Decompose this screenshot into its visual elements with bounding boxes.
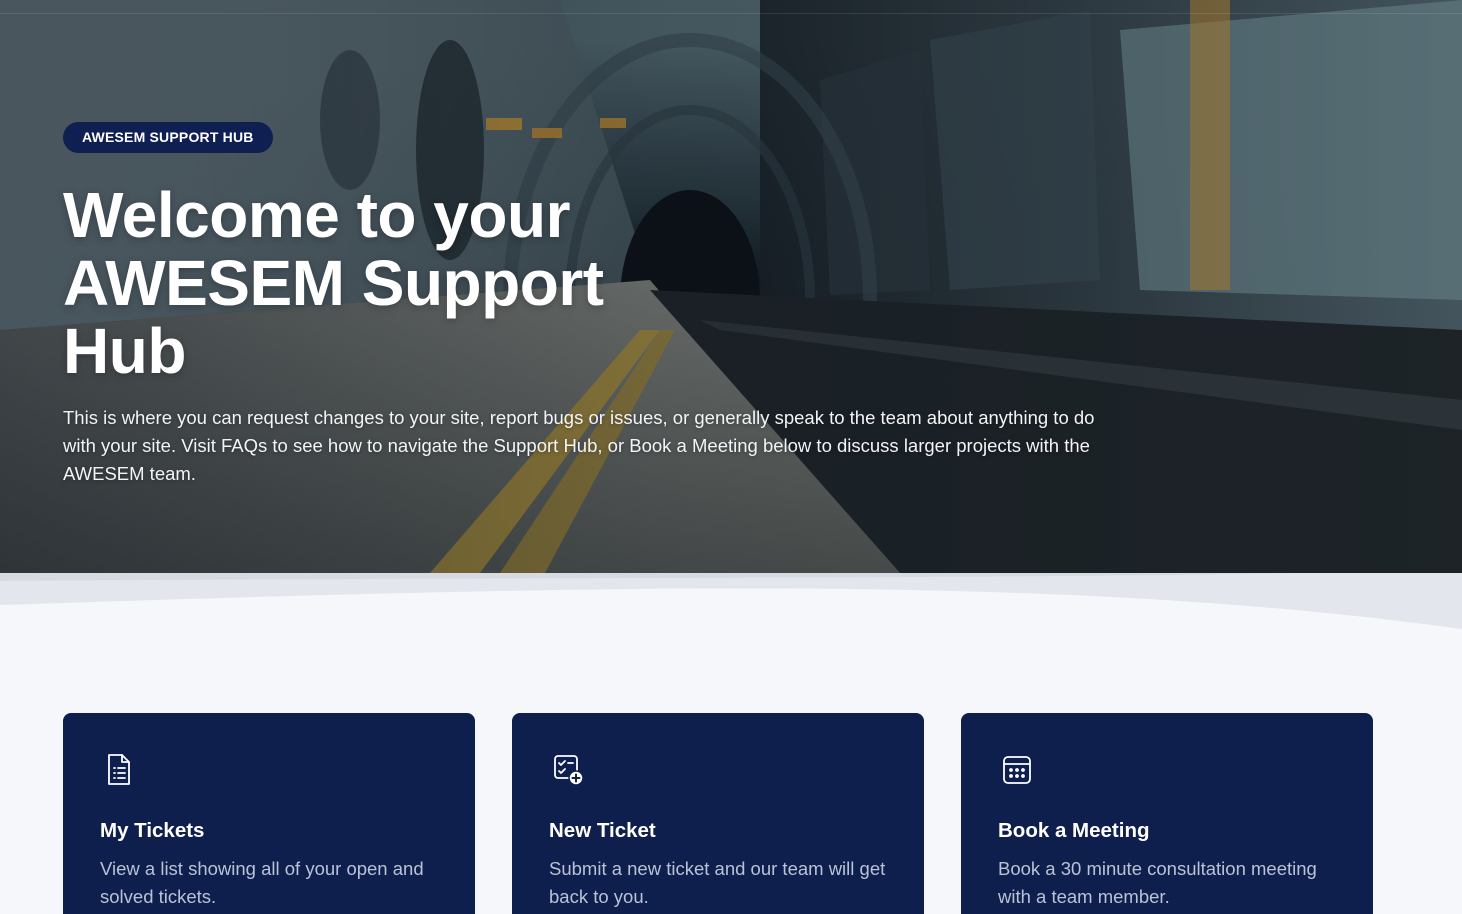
card-title: Book a Meeting [998, 819, 1150, 842]
card-new-ticket[interactable]: New Ticket Submit a new ticket and our t… [512, 713, 924, 914]
card-title: My Tickets [100, 819, 205, 842]
wave-divider [0, 573, 1462, 629]
hero-description: This is where you can request changes to… [63, 407, 1095, 484]
card-title: New Ticket [549, 819, 656, 842]
card-description: Submit a new ticket and our team will ge… [549, 858, 886, 907]
ticket-add-icon [554, 755, 584, 786]
hub-badge: AWESEM SUPPORT HUB [63, 122, 273, 153]
card-book-meeting[interactable]: Book a Meeting Book a 30 minute consulta… [961, 713, 1373, 914]
card-description: Book a 30 minute consultation meeting wi… [998, 858, 1317, 907]
card-description: View a list showing all of your open and… [100, 858, 424, 907]
page-title: Welcome to your AWESEM Support Hub [63, 179, 604, 387]
calendar-icon [1003, 756, 1031, 784]
top-bar [0, 0, 1462, 14]
card-my-tickets[interactable]: My Tickets View a list showing all of yo… [63, 713, 475, 914]
document-list-icon [108, 754, 130, 785]
hero-banner: AWESEM SUPPORT HUB Welcome to your AWESE… [0, 0, 1462, 573]
support-hub-page: AWESEM SUPPORT HUB Welcome to your AWESE… [0, 0, 1462, 914]
